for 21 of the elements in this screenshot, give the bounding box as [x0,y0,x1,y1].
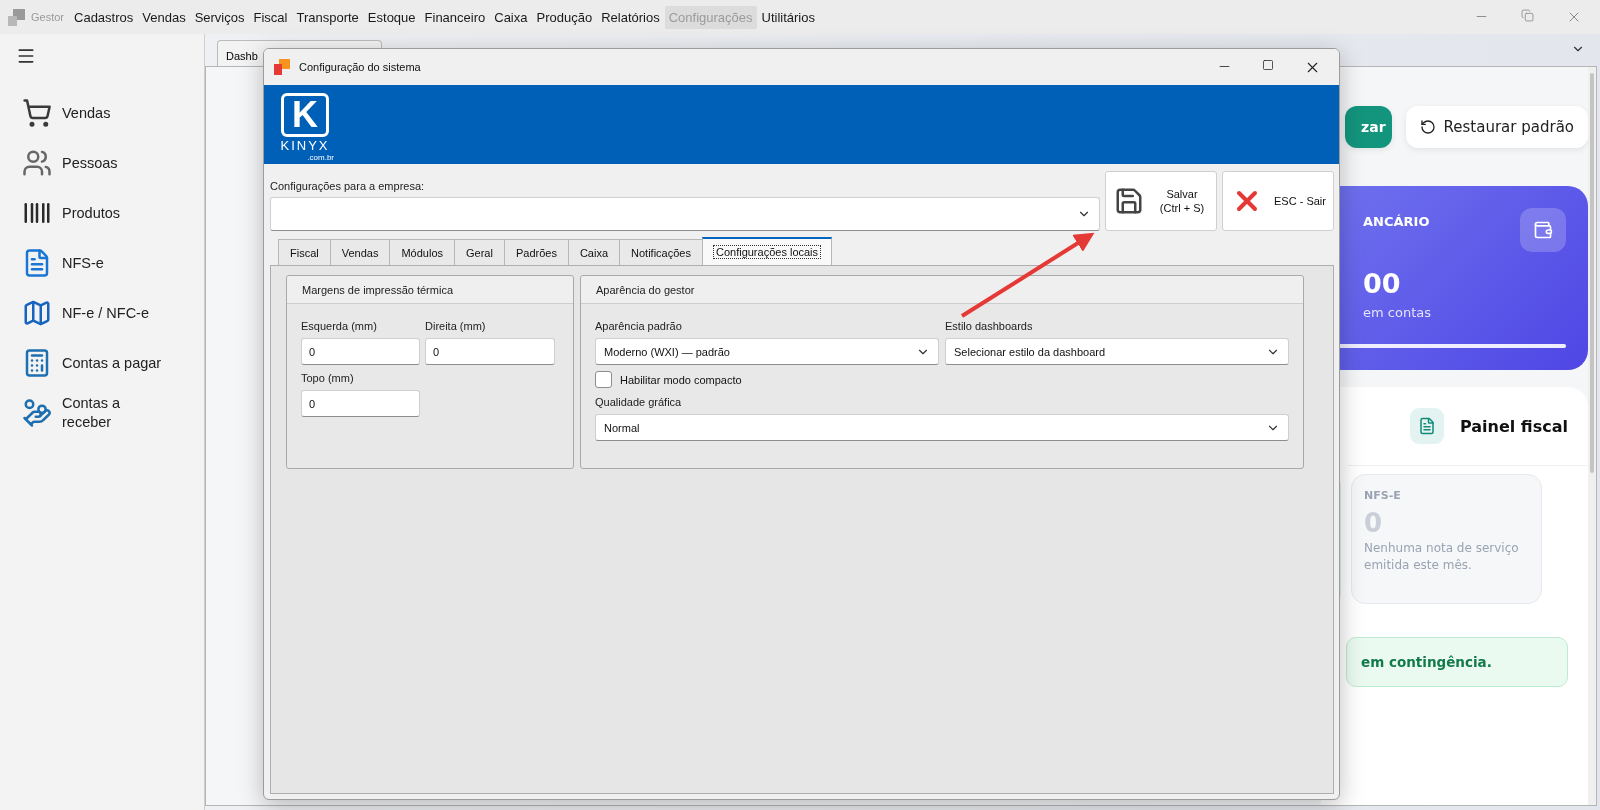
logo-mark: K [281,93,329,137]
field-label: Configurações para a empresa: [270,180,426,192]
card-title: ANCÁRIO [1363,214,1430,229]
group-title: Margens de impressão térmica [302,283,453,296]
stat-label: NFS-E [1364,489,1402,502]
app-name: Gestor [31,11,64,23]
field-label: Qualidade gráfica [595,396,683,408]
field-label: Topo (mm) [301,372,355,384]
field-label: Direita (mm) [425,320,487,332]
card-caption: em contas [1363,305,1432,320]
panel-title: Painel fiscal [1459,416,1568,436]
card-value: 00 [1363,268,1402,299]
contingency-alert: em contingência. [1346,637,1568,687]
group-title: Aparência do gestor [596,283,695,296]
logo-name: KINYX [280,139,330,153]
stat-note: Nenhuma nota de serviço emitida este mês. [1364,540,1520,574]
field-label: Esquerda (mm) [301,320,378,332]
field-label: Aparência padrão [595,320,683,332]
checkbox-label: Habilitar modo compacto [620,373,742,386]
logo-domain: .com.br [307,153,334,162]
field-label: Estilo dashboards [945,320,1034,332]
